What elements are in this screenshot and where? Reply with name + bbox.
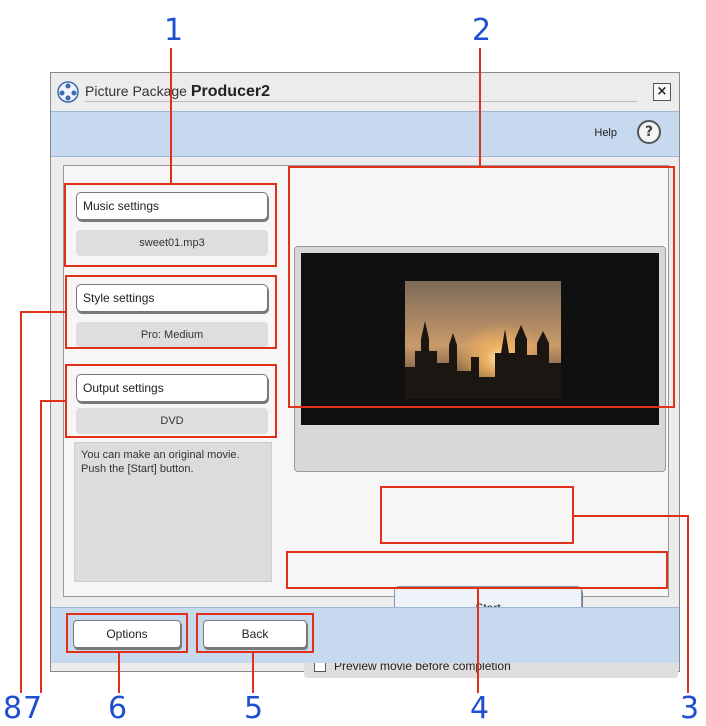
callout-box-options: [66, 613, 188, 653]
close-icon[interactable]: ×: [653, 83, 671, 101]
leader-line-8-horizontal: [20, 311, 66, 313]
callout-box-start: [380, 486, 574, 544]
description-text: You can make an original movie. Push the…: [74, 442, 272, 582]
callout-box-music-settings: [64, 183, 277, 267]
callout-box-style-settings: [65, 275, 277, 349]
leader-line-7-vertical: [40, 400, 42, 693]
callout-number-2: 2: [472, 13, 492, 48]
callout-number-5: 5: [244, 691, 264, 726]
leader-line-3-horizontal: [573, 515, 689, 517]
help-link[interactable]: Help: [594, 127, 617, 139]
callout-number-8: 8: [3, 691, 23, 726]
help-question-icon[interactable]: ?: [637, 120, 661, 144]
callout-box-back: [196, 613, 314, 653]
callout-number-3: 3: [680, 691, 700, 726]
callout-box-output-settings: [65, 364, 277, 438]
leader-line-1: [170, 48, 172, 184]
callout-number-1: 1: [164, 13, 184, 48]
title-divider: [85, 101, 637, 102]
leader-line-2: [479, 48, 481, 168]
callout-box-preview: [288, 166, 675, 408]
leader-line-3-vertical: [687, 515, 689, 693]
window-title: Picture Package Producer2: [85, 83, 270, 100]
callout-number-4: 4: [470, 691, 490, 726]
leader-line-7-horizontal: [40, 400, 66, 402]
leader-line-5: [252, 653, 254, 693]
leader-line-6: [118, 653, 120, 693]
leader-line-4: [477, 589, 479, 693]
app-film-reel-icon: [57, 81, 79, 103]
leader-line-8-vertical: [20, 311, 22, 693]
callout-box-preview-checkbox: [286, 551, 668, 589]
callout-number-7: 7: [23, 691, 43, 726]
help-bar: Help ?: [51, 111, 679, 157]
callout-number-6: 6: [108, 691, 128, 726]
title-bar: Picture Package Producer2 ×: [51, 73, 679, 111]
